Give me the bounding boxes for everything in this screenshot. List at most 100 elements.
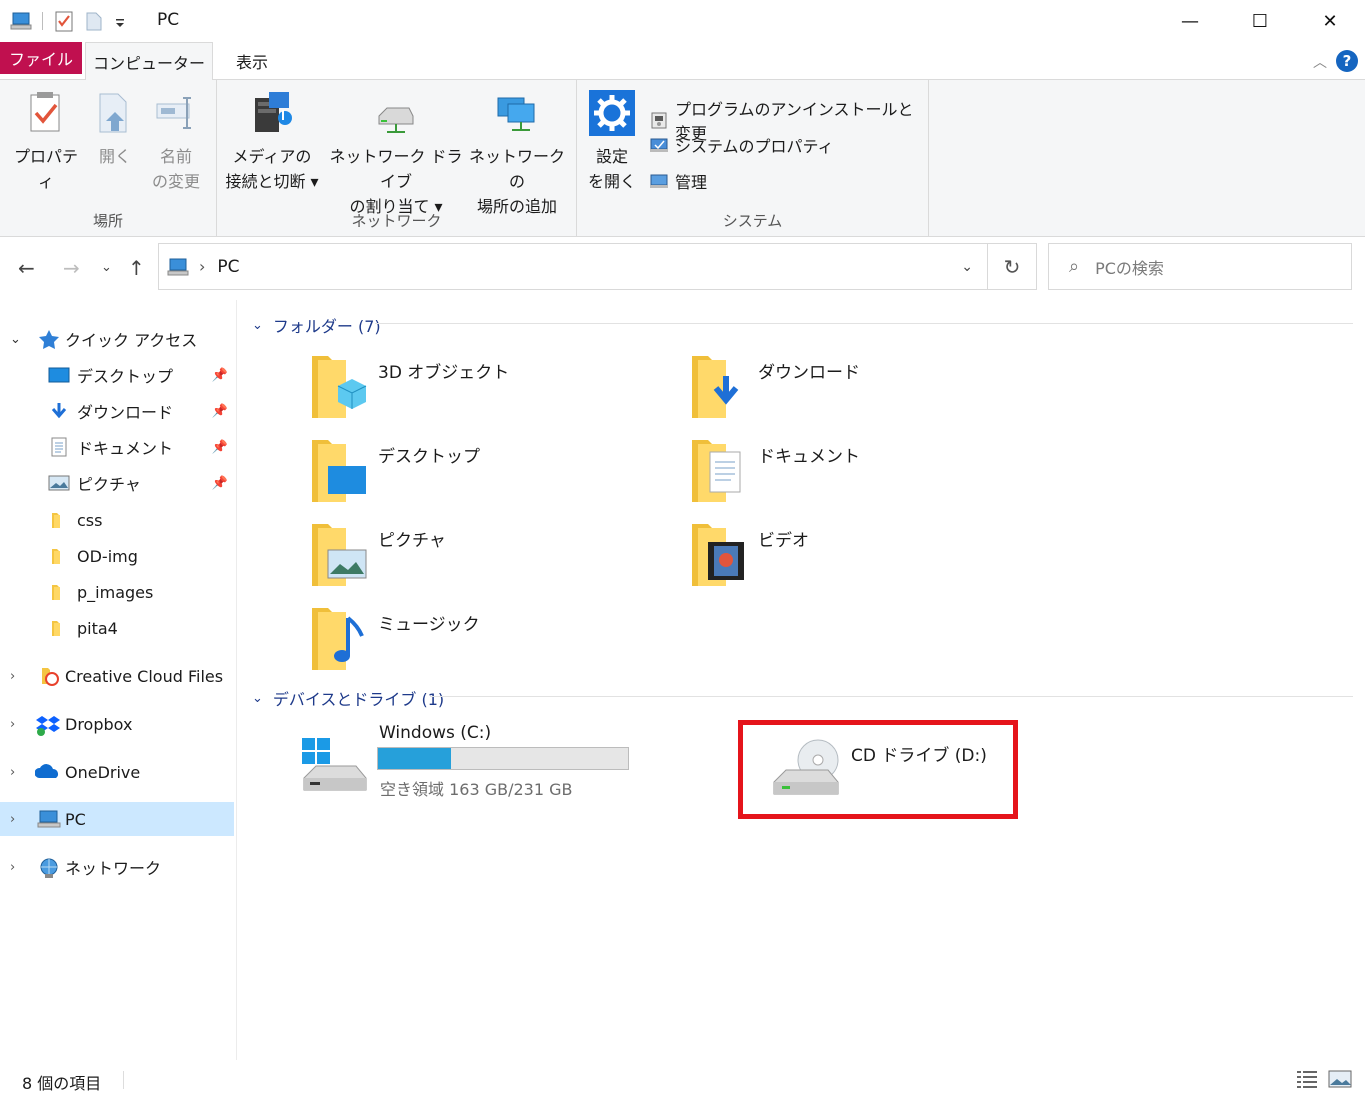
collapse-chevron-icon[interactable]: ⌄	[252, 691, 263, 706]
properties-icon[interactable]	[53, 10, 75, 32]
open-settings-button[interactable]: 設定 を開く	[587, 90, 637, 194]
folder-label: ミュージック	[378, 615, 480, 635]
refresh-icon[interactable]: ↻	[988, 243, 1037, 290]
back-arrow-icon[interactable]: ←	[18, 256, 35, 280]
nav-folder-p-images[interactable]: p_images	[0, 575, 234, 609]
manage-button[interactable]: 管理	[649, 169, 707, 193]
expand-chevron-icon[interactable]: ›	[10, 860, 15, 875]
expand-chevron-icon[interactable]: ›	[10, 717, 15, 732]
pin-icon[interactable]: 📌	[212, 440, 228, 455]
nav-root-label: Dropbox	[65, 714, 133, 734]
pin-icon[interactable]: 📌	[212, 404, 228, 419]
nav-root-label: ネットワーク	[65, 859, 162, 878]
nav-folder-css[interactable]: css	[0, 503, 234, 537]
open-settings-label-line1: 設定	[595, 147, 628, 166]
folder-icon	[48, 546, 70, 566]
maximize-button[interactable]: ☐	[1225, 0, 1295, 42]
details-view-icon[interactable]	[1295, 1068, 1319, 1090]
address-dropdown-chevron-icon[interactable]: ⌄	[961, 259, 973, 275]
drive-windows-c[interactable]: Windows (C:) 空き領域 163 GB/231 GB	[300, 722, 640, 802]
folder-videos[interactable]: ビデオ	[690, 520, 1020, 600]
help-icon[interactable]: ?	[1336, 50, 1358, 72]
collapse-chevron-icon[interactable]: ⌄	[252, 318, 263, 333]
picture-icon	[48, 473, 70, 493]
nav-root-label: OneDrive	[65, 762, 141, 782]
pin-icon[interactable]: 📌	[212, 476, 228, 491]
nav-folder-label: pita4	[77, 618, 118, 638]
forward-arrow-icon[interactable]: →	[63, 256, 80, 280]
status-divider	[123, 1071, 124, 1089]
rename-icon	[153, 90, 199, 136]
tab-view[interactable]: 表示	[216, 42, 288, 80]
collapse-ribbon-chevron-icon[interactable]: ︿	[1313, 52, 1327, 72]
network-drive-icon	[373, 90, 419, 136]
folder-label: ダウンロード	[758, 363, 860, 383]
document-icon	[48, 437, 70, 457]
folder-3d-objects[interactable]: 3D オブジェクト	[310, 352, 640, 432]
nav-creative-cloud-files[interactable]: › Creative Cloud Files	[0, 659, 234, 693]
map-network-drive-button[interactable]: ネットワーク ドライブ の割り当て ▾	[325, 90, 467, 219]
new-folder-icon[interactable]	[83, 10, 105, 32]
quick-access-toolbar	[10, 8, 135, 34]
properties-button[interactable]: プロパティ	[10, 90, 82, 194]
folder-pictures[interactable]: ピクチャ	[310, 520, 640, 600]
manage-icon	[649, 171, 669, 191]
search-input[interactable]: ⌕ PCの検索	[1048, 243, 1352, 290]
nav-folder-od-img[interactable]: OD-img	[0, 539, 234, 573]
large-icons-view-icon[interactable]	[1328, 1068, 1352, 1090]
tab-file[interactable]: ファイル	[0, 42, 82, 74]
ribbon-group-location: プロパティ 開く 名前 の変更 場所	[0, 80, 217, 237]
expand-chevron-icon[interactable]: ›	[10, 765, 15, 780]
nav-folder-label: p_images	[77, 582, 154, 602]
nav-network[interactable]: › ネットワーク	[0, 850, 234, 884]
desktop-folder-icon	[310, 436, 370, 506]
rename-button[interactable]: 名前 の変更	[148, 90, 204, 194]
minimize-button[interactable]: —	[1155, 0, 1225, 42]
breadcrumb-pc[interactable]: PC	[217, 257, 239, 277]
nav-dropbox[interactable]: › Dropbox	[0, 707, 234, 741]
nav-documents[interactable]: ドキュメント 📌	[0, 430, 234, 464]
folder-documents[interactable]: ドキュメント	[690, 436, 1020, 516]
folder-downloads[interactable]: ダウンロード	[690, 352, 1020, 432]
add-network-location-label-line1: ネットワークの	[469, 147, 566, 191]
section-divider	[375, 323, 1353, 324]
media-connect-button[interactable]: メディアの 接続と切断 ▾	[223, 90, 321, 194]
customize-toolbar-chevron-icon[interactable]	[113, 10, 127, 32]
expand-chevron-icon[interactable]: ›	[10, 669, 15, 684]
properties-icon	[23, 90, 69, 136]
network-location-icon	[494, 90, 540, 136]
address-bar[interactable]: › PC ⌄	[158, 243, 988, 290]
nav-folder-pita4[interactable]: pita4	[0, 611, 234, 645]
nav-pictures[interactable]: ピクチャ 📌	[0, 466, 234, 500]
expand-chevron-icon[interactable]: ›	[10, 812, 15, 827]
nav-pc[interactable]: › PC	[0, 802, 234, 836]
ribbon-group-network: メディアの 接続と切断 ▾ ネットワーク ドライブ の割り当て ▾ ネットワーク…	[217, 80, 577, 237]
nav-downloads[interactable]: ダウンロード 📌	[0, 394, 234, 428]
nav-desktop[interactable]: デスクトップ 📌	[0, 358, 234, 392]
nav-onedrive[interactable]: › OneDrive	[0, 755, 234, 789]
pc-icon[interactable]	[10, 10, 32, 32]
add-network-location-button[interactable]: ネットワークの 場所の追加	[469, 90, 565, 219]
windows-drive-icon	[300, 738, 370, 796]
nav-quick-access[interactable]: ⌄ クイック アクセス	[0, 322, 234, 356]
drive-usage-bar	[377, 747, 629, 770]
recent-locations-chevron-icon[interactable]: ⌄	[101, 260, 112, 275]
folder-music[interactable]: ミュージック	[310, 604, 640, 684]
pictures-folder-icon	[310, 520, 370, 590]
videos-folder-icon	[690, 520, 750, 590]
folders-section-header[interactable]: ⌄ フォルダー (7)	[252, 313, 381, 337]
expand-chevron-icon[interactable]: ⌄	[10, 332, 21, 347]
nav-downloads-label: ダウンロード	[77, 403, 174, 422]
devices-section-header[interactable]: ⌄ デバイスとドライブ (1)	[252, 686, 444, 710]
system-properties-button[interactable]: システムのプロパティ	[649, 133, 834, 157]
up-arrow-icon[interactable]: ↑	[128, 256, 145, 280]
tab-computer[interactable]: コンピューター	[85, 42, 213, 81]
section-divider	[430, 696, 1353, 697]
close-button[interactable]: ✕	[1295, 0, 1365, 42]
onedrive-cloud-icon	[34, 762, 58, 782]
folder-desktop[interactable]: デスクトップ	[310, 436, 640, 516]
folder-icon	[48, 510, 70, 530]
pin-icon[interactable]: 📌	[212, 368, 228, 383]
open-button[interactable]: 開く	[90, 90, 140, 169]
system-properties-label: システムのプロパティ	[675, 137, 834, 156]
